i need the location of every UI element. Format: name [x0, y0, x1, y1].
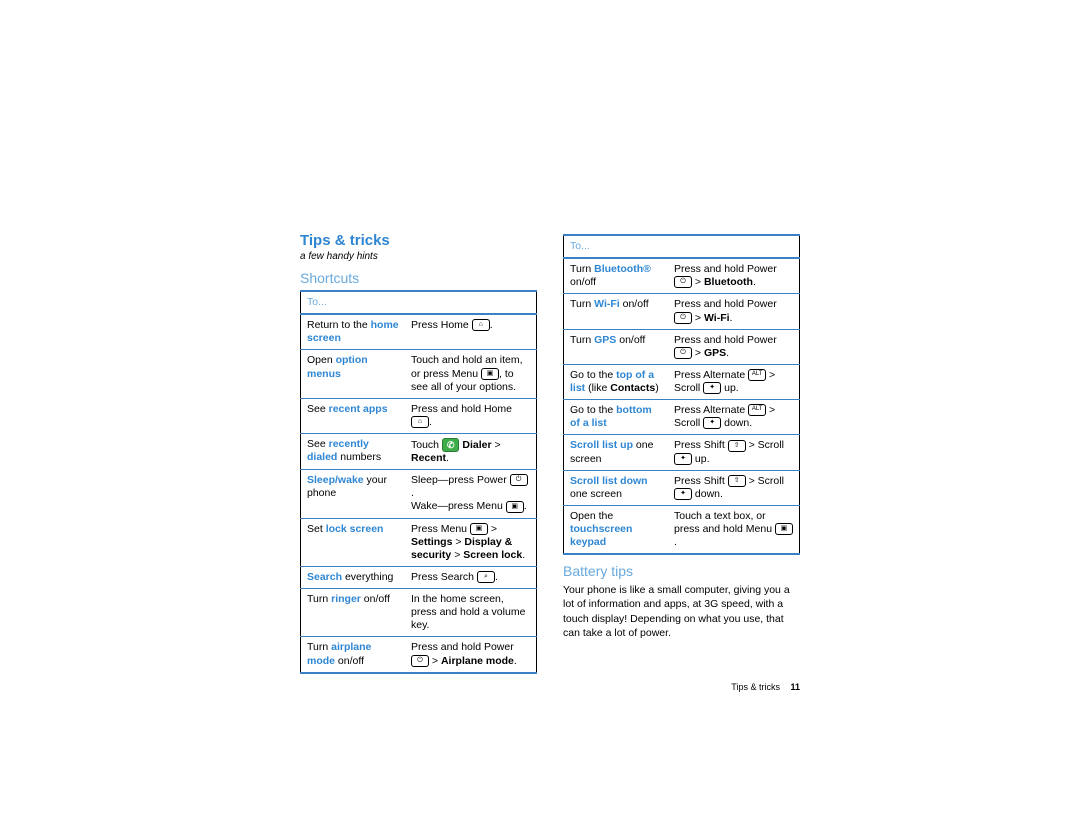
alt-key-icon: ALT: [748, 369, 766, 381]
table-header-to: To...: [564, 235, 800, 258]
action-cell: See recent apps: [301, 398, 406, 433]
shortcuts-table-2: To... Turn Bluetooth® on/offPress and ho…: [563, 234, 800, 555]
table-row: Open the touchscreen keypadTouch a text …: [564, 505, 800, 554]
nav-key-icon: ✦: [703, 382, 721, 394]
menu-icon: ▣: [481, 368, 499, 380]
action-cell: Turn Bluetooth® on/off: [564, 258, 669, 294]
action-cell: Sleep/wake your phone: [301, 470, 406, 518]
table-row: Turn airplane mode on/offPress and hold …: [301, 637, 537, 673]
instruction-cell: Press Shift ⇧ > Scroll ✦ up.: [668, 435, 800, 470]
table-row: See recent appsPress and hold Home ⌂.: [301, 398, 537, 433]
action-cell: Turn GPS on/off: [564, 329, 669, 364]
menu-icon: ▣: [470, 523, 488, 535]
instruction-cell: Press and hold Power ⏻ > Bluetooth.: [668, 258, 800, 294]
power-icon: ⏻: [674, 312, 692, 324]
action-cell: Return to the home screen: [301, 314, 406, 350]
action-cell: Scroll list up one screen: [564, 435, 669, 470]
dialer-icon: ✆: [442, 438, 460, 452]
menu-icon: ▣: [506, 501, 524, 513]
instruction-cell: Touch a text box, or press and hold Menu…: [668, 505, 800, 554]
battery-heading: Battery tips: [563, 563, 800, 579]
action-cell: Set lock screen: [301, 518, 406, 566]
instruction-cell: Press Alternate ALT > Scroll ✦ up.: [668, 364, 800, 399]
table-row: Sleep/wake your phoneSleep—press Power ⏻…: [301, 470, 537, 518]
table-header-to: To...: [301, 291, 537, 314]
action-cell: See recently dialed numbers: [301, 434, 406, 470]
menu-icon: ▣: [775, 523, 793, 535]
shortcuts-table-1: To... Return to the home screenPress Hom…: [300, 290, 537, 674]
action-cell: Scroll list down one screen: [564, 470, 669, 505]
page-footer: Tips & tricks 11: [731, 682, 800, 692]
power-icon: ⏻: [674, 347, 692, 359]
instruction-cell: Touch and hold an item, or press Menu ▣,…: [405, 350, 537, 398]
page-number: 11: [790, 682, 800, 692]
instruction-cell: Press and hold Power ⏻ > GPS.: [668, 329, 800, 364]
home-icon: ⌂: [411, 416, 429, 428]
instruction-cell: Press and hold Power ⏻ > Wi-Fi.: [668, 294, 800, 329]
page-title: Tips & tricks: [300, 232, 537, 249]
action-cell: Open the touchscreen keypad: [564, 505, 669, 554]
action-cell: Turn airplane mode on/off: [301, 637, 406, 673]
table-row: Scroll list down one screenPress Shift ⇧…: [564, 470, 800, 505]
table-row: Set lock screenPress Menu ▣ > Settings >…: [301, 518, 537, 566]
search-icon: ⌕: [477, 571, 495, 583]
table-row: Turn GPS on/offPress and hold Power ⏻ > …: [564, 329, 800, 364]
action-cell: Turn ringer on/off: [301, 589, 406, 637]
power-icon: ⏻: [510, 474, 528, 486]
table-row: Open option menusTouch and hold an item,…: [301, 350, 537, 398]
shift-key-icon: ⇧: [728, 440, 746, 452]
nav-key-icon: ✦: [674, 488, 692, 500]
shift-key-icon: ⇧: [728, 475, 746, 487]
table-row: Turn Bluetooth® on/offPress and hold Pow…: [564, 258, 800, 294]
action-cell: Open option menus: [301, 350, 406, 398]
page-subtitle: a few handy hints: [300, 251, 537, 262]
nav-key-icon: ✦: [703, 417, 721, 429]
right-column: To... Turn Bluetooth® on/offPress and ho…: [563, 232, 800, 674]
table-row: Turn ringer on/offIn the home screen, pr…: [301, 589, 537, 637]
power-icon: ⏻: [674, 276, 692, 288]
home-icon: ⌂: [472, 319, 490, 331]
action-cell: Go to the top of a list (like Contacts): [564, 364, 669, 399]
action-cell: Turn Wi-Fi on/off: [564, 294, 669, 329]
nav-key-icon: ✦: [674, 453, 692, 465]
table-row: Scroll list up one screenPress Shift ⇧ >…: [564, 435, 800, 470]
instruction-cell: Press Menu ▣ > Settings > Display & secu…: [405, 518, 537, 566]
instruction-cell: Press and hold Home ⌂.: [405, 398, 537, 433]
instruction-cell: Press and hold Power ⏻ > Airplane mode.: [405, 637, 537, 673]
shortcuts-heading: Shortcuts: [300, 270, 537, 286]
table-row: Return to the home screenPress Home ⌂.: [301, 314, 537, 350]
left-column: Tips & tricks a few handy hints Shortcut…: [300, 232, 537, 674]
battery-body: Your phone is like a small computer, giv…: [563, 583, 800, 640]
table-row: Search everythingPress Search ⌕.: [301, 566, 537, 588]
instruction-cell: Sleep—press Power ⏻.Wake—press Menu ▣.: [405, 470, 537, 518]
action-cell: Search everything: [301, 566, 406, 588]
instruction-cell: Press Alternate ALT > Scroll ✦ down.: [668, 400, 800, 435]
table-row: See recently dialed numbersTouch ✆ Diale…: [301, 434, 537, 470]
action-cell: Go to the bottom of a list: [564, 400, 669, 435]
instruction-cell: Press Search ⌕.: [405, 566, 537, 588]
power-icon: ⏻: [411, 655, 429, 667]
table-row: Go to the bottom of a listPress Alternat…: [564, 400, 800, 435]
table-row: Turn Wi-Fi on/offPress and hold Power ⏻ …: [564, 294, 800, 329]
footer-text: Tips & tricks: [731, 682, 780, 692]
instruction-cell: Press Shift ⇧ > Scroll ✦ down.: [668, 470, 800, 505]
table-row: Go to the top of a list (like Contacts)P…: [564, 364, 800, 399]
instruction-cell: Press Home ⌂.: [405, 314, 537, 350]
instruction-cell: In the home screen, press and hold a vol…: [405, 589, 537, 637]
alt-key-icon: ALT: [748, 404, 766, 416]
instruction-cell: Touch ✆ Dialer > Recent.: [405, 434, 537, 470]
manual-page: Tips & tricks a few handy hints Shortcut…: [300, 232, 800, 674]
